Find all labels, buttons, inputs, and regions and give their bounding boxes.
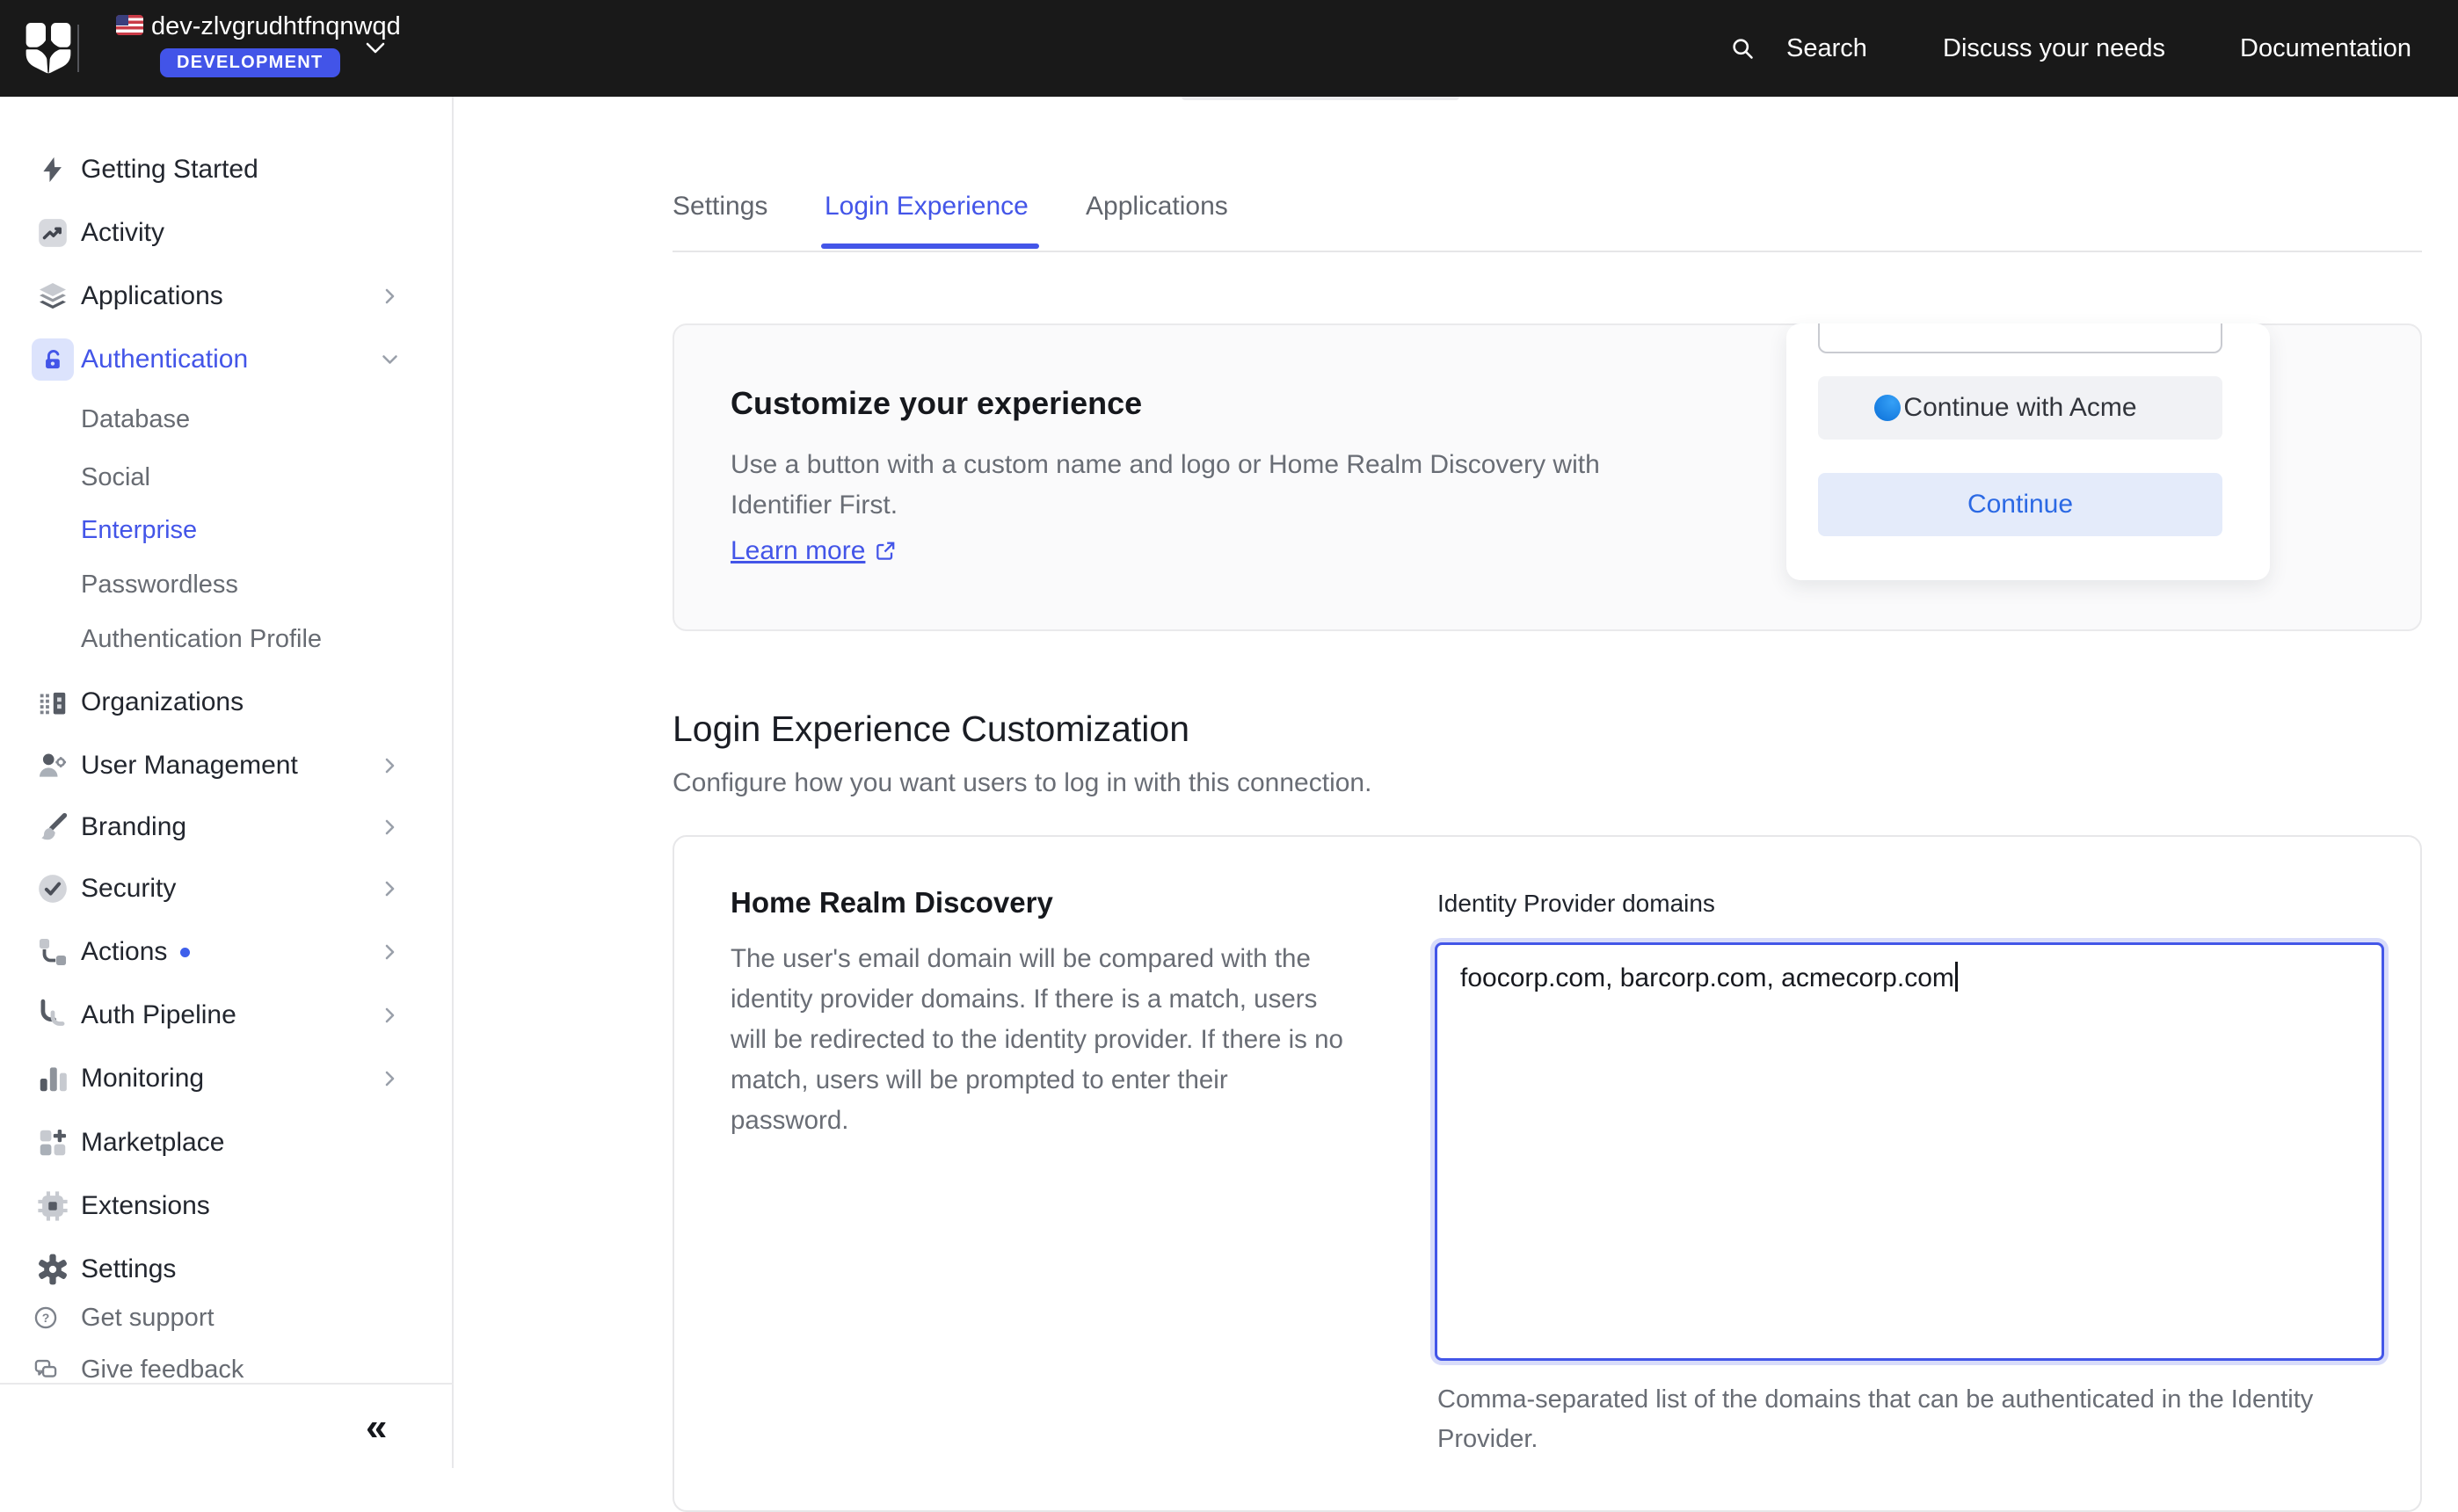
paintbrush-icon	[32, 806, 74, 848]
help-circle-icon: ?	[33, 1305, 58, 1331]
identity-provider-domains-textarea[interactable]: foocorp.com, barcorp.com, acmecorp.com	[1435, 942, 2384, 1361]
scrolled-content-sliver	[1182, 97, 1459, 100]
sidebar-item-label: Applications	[81, 281, 223, 311]
home-realm-discovery-card: Home Realm Discovery The user's email do…	[673, 835, 2422, 1512]
continue-with-acme-button[interactable]: Continue with Acme	[1818, 376, 2222, 440]
chevron-down-icon	[366, 42, 385, 55]
topbar-search-button[interactable]: Search	[1786, 0, 1867, 97]
lightning-icon	[32, 149, 74, 191]
sidebar-item-passwordless[interactable]: Passwordless	[0, 563, 452, 606]
preview-identifier-input[interactable]	[1818, 323, 2222, 353]
tab-login-experience[interactable]: Login Experience	[825, 192, 1029, 222]
learn-more-link[interactable]: Learn more	[731, 536, 897, 566]
sidebar-item-branding[interactable]: Branding	[0, 803, 452, 852]
chevron-right-icon	[385, 819, 395, 835]
sidebar-item-marketplace[interactable]: Marketplace	[0, 1118, 452, 1167]
sidebar-item-actions[interactable]: Actions	[0, 927, 452, 977]
sidebar-item-label: User Management	[81, 751, 298, 781]
topbar-discuss-link[interactable]: Discuss your needs	[1943, 0, 2165, 97]
text-cursor	[1955, 962, 1958, 992]
login-preview-card: Continue with Acme Continue	[1786, 323, 2270, 580]
tab-settings[interactable]: Settings	[673, 192, 767, 222]
sidebar-item-user-management[interactable]: User Management	[0, 741, 452, 790]
sidebar-footer-divider	[0, 1383, 454, 1385]
sidebar: Getting Started Activity Applications	[0, 97, 454, 1468]
tenant-name: dev-zlvgrudhtfnqnwqd	[151, 12, 401, 41]
sidebar-item-get-support[interactable]: ? Get support	[0, 1298, 452, 1337]
environment-badge: DEVELOPMENT	[160, 48, 340, 77]
identity-provider-domains-label: Identity Provider domains	[1437, 890, 1715, 918]
chevron-down-icon	[382, 355, 398, 365]
bar-chart-icon	[32, 1058, 74, 1100]
flow-connector-icon	[32, 931, 74, 973]
sidebar-collapse-button[interactable]: «	[366, 1408, 387, 1447]
tab-bar-divider	[673, 251, 2422, 252]
sidebar-item-label: Marketplace	[81, 1128, 224, 1158]
layers-icon	[32, 275, 74, 317]
activity-chart-icon	[32, 212, 74, 254]
organization-building-icon	[32, 681, 74, 723]
domains-value: foocorp.com, barcorp.com, acmecorp.com	[1460, 963, 1954, 992]
chat-bubbles-icon	[33, 1356, 58, 1383]
svg-text:?: ?	[42, 1311, 50, 1325]
topbar: dev-zlvgrudhtfnqnwqd DEVELOPMENT Search …	[0, 0, 2458, 97]
check-circle-icon	[32, 868, 74, 910]
chevron-right-icon	[385, 1071, 395, 1087]
domains-help-text: Comma-separated list of the domains that…	[1437, 1380, 2404, 1459]
sidebar-item-settings[interactable]: Settings	[0, 1245, 452, 1294]
sidebar-item-authentication-profile[interactable]: Authentication Profile	[0, 618, 452, 660]
customize-card-title: Customize your experience	[731, 385, 1142, 422]
chip-icon	[32, 1185, 74, 1227]
sidebar-item-label: Extensions	[81, 1191, 210, 1221]
topbar-divider	[77, 25, 79, 72]
sidebar-item-label: Authentication	[81, 345, 248, 374]
hrd-description: The user's email domain will be compared…	[731, 939, 1350, 1141]
sidebar-item-label: Settings	[81, 1254, 176, 1284]
new-feature-dot	[180, 948, 190, 957]
sidebar-item-social[interactable]: Social	[0, 456, 452, 498]
sidebar-item-label: Monitoring	[81, 1064, 204, 1094]
sidebar-item-label: Activity	[81, 218, 164, 248]
chevron-right-icon	[385, 944, 395, 960]
sidebar-item-security[interactable]: Security	[0, 864, 452, 913]
sidebar-item-database[interactable]: Database	[0, 398, 452, 440]
lock-open-icon	[32, 338, 74, 381]
search-icon	[1730, 36, 1755, 61]
sidebar-item-label: Actions	[81, 937, 167, 967]
chevron-right-icon	[385, 881, 395, 897]
tab-applications[interactable]: Applications	[1086, 192, 1228, 222]
chevron-right-icon	[385, 758, 395, 774]
sidebar-item-activity[interactable]: Activity	[0, 208, 452, 258]
customize-card-description: Use a button with a custom name and logo…	[731, 445, 1601, 526]
sidebar-item-applications[interactable]: Applications	[0, 272, 452, 321]
us-flag-icon	[116, 15, 143, 35]
sidebar-item-enterprise[interactable]: Enterprise	[0, 509, 452, 551]
active-tab-underline	[821, 244, 1039, 249]
sidebar-item-auth-pipeline[interactable]: Auth Pipeline	[0, 991, 452, 1040]
section-subtitle: Configure how you want users to log in w…	[673, 768, 1371, 798]
auth0-logo-icon	[23, 21, 74, 76]
sidebar-item-label: Getting Started	[81, 155, 258, 185]
gear-icon	[32, 1248, 74, 1290]
continue-button[interactable]: Continue	[1818, 473, 2222, 536]
sidebar-item-organizations[interactable]: Organizations	[0, 678, 452, 727]
pipeline-elbow-icon	[32, 994, 74, 1036]
sidebar-item-label: Organizations	[81, 687, 244, 717]
sidebar-item-label: Branding	[81, 812, 186, 842]
external-link-icon	[874, 540, 897, 563]
tenant-switcher[interactable]: dev-zlvgrudhtfnqnwqd DEVELOPMENT	[105, 0, 401, 97]
grid-plus-icon	[32, 1122, 74, 1164]
sidebar-item-label: Security	[81, 874, 176, 904]
sidebar-item-monitoring[interactable]: Monitoring	[0, 1054, 452, 1103]
user-gear-icon	[32, 745, 74, 787]
chevron-right-icon	[385, 1007, 395, 1023]
section-title: Login Experience Customization	[673, 709, 1189, 750]
sidebar-item-extensions[interactable]: Extensions	[0, 1181, 452, 1231]
sidebar-item-authentication[interactable]: Authentication	[0, 335, 452, 384]
chevron-right-icon	[385, 288, 395, 304]
hrd-title: Home Realm Discovery	[731, 886, 1053, 920]
sidebar-item-getting-started[interactable]: Getting Started	[0, 145, 452, 194]
topbar-documentation-link[interactable]: Documentation	[2240, 0, 2411, 97]
sidebar-item-label: Auth Pipeline	[81, 1000, 236, 1030]
